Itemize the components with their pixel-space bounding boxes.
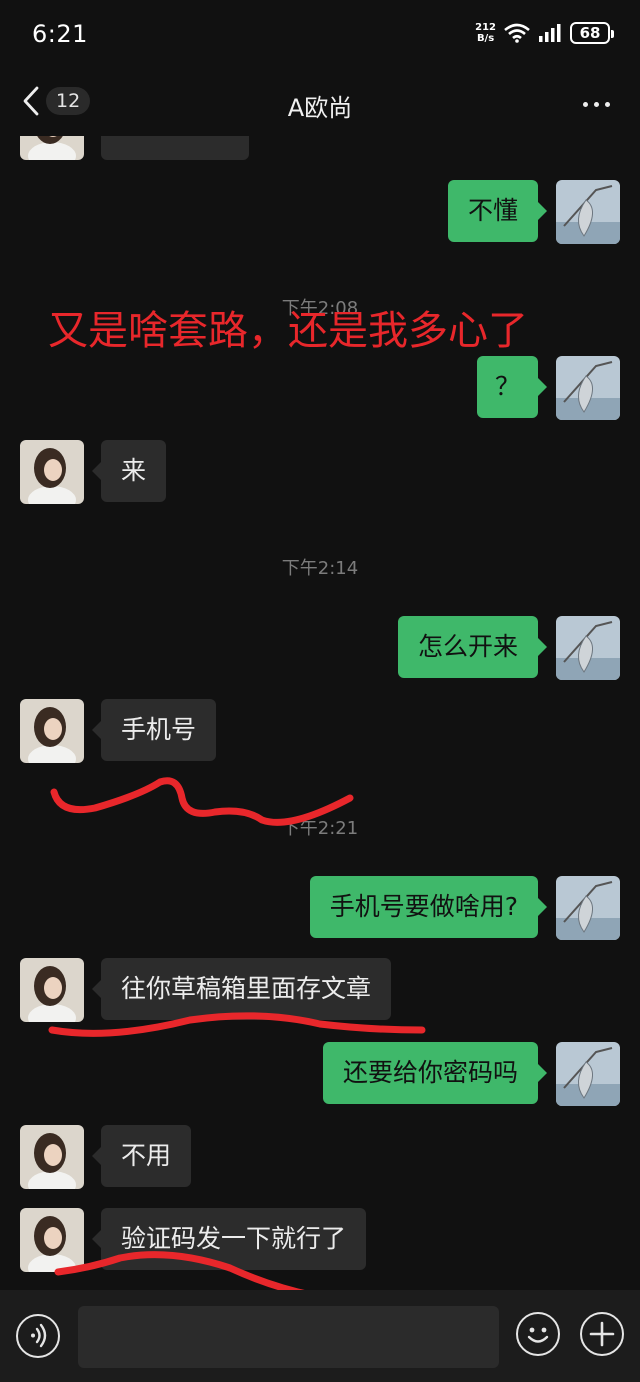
- message-bubble-self[interactable]: 还要给你密码吗: [322, 1042, 548, 1104]
- message-bubble-self[interactable]: ？: [476, 356, 548, 418]
- message-bubble-other[interactable]: 验证码发一下就行了: [91, 1208, 367, 1270]
- network-speed-value: 212: [475, 22, 496, 33]
- voice-icon[interactable]: [16, 1314, 60, 1358]
- message-bubble-self[interactable]: 不懂: [447, 180, 548, 242]
- my-avatar[interactable]: [556, 180, 620, 244]
- contact-avatar[interactable]: [20, 1208, 84, 1272]
- message-bubble-partial[interactable]: [101, 136, 249, 160]
- chat-title: A欧尚: [287, 94, 353, 122]
- my-avatar[interactable]: [556, 876, 620, 940]
- status-indicators: 212 B/s 68: [475, 22, 614, 44]
- message-bubble-self[interactable]: 怎么开来: [397, 616, 548, 678]
- battery-icon: 68: [570, 22, 614, 44]
- annotation-text: 又是啥套路，还是我多心了: [48, 308, 528, 354]
- contact-avatar[interactable]: [20, 958, 84, 1022]
- message-bubble-other[interactable]: 往你草稿箱里面存文章: [91, 958, 392, 1020]
- message-bubble-other[interactable]: 来: [91, 440, 167, 502]
- network-speed-unit: B/s: [476, 33, 495, 44]
- message-timestamp: 下午2:14: [281, 558, 359, 579]
- plus-icon[interactable]: [580, 1312, 624, 1356]
- status-time: 6:21: [32, 20, 88, 48]
- message-bubble-self[interactable]: 手机号要做啥用?: [309, 876, 548, 938]
- contact-avatar[interactable]: [20, 699, 84, 763]
- contact-avatar[interactable]: [20, 1125, 84, 1189]
- message-input[interactable]: [78, 1306, 499, 1368]
- contact-avatar[interactable]: [20, 440, 84, 504]
- wifi-icon: [504, 23, 530, 43]
- contact-avatar[interactable]: [20, 136, 84, 160]
- signal-icon: [539, 24, 561, 42]
- network-speed: 212 B/s: [475, 22, 496, 44]
- my-avatar[interactable]: [556, 356, 620, 420]
- status-bar: 6:21 212 B/s 68: [0, 0, 640, 72]
- message-bubble-other[interactable]: 手机号: [91, 699, 217, 761]
- message-timestamp: 下午2:21: [281, 818, 359, 839]
- input-bar: [0, 1290, 640, 1382]
- my-avatar[interactable]: [556, 616, 620, 680]
- message-bubble-other[interactable]: 不用: [91, 1125, 192, 1187]
- more-icon[interactable]: [583, 102, 610, 107]
- my-avatar[interactable]: [556, 1042, 620, 1106]
- emoji-icon[interactable]: [516, 1312, 560, 1356]
- chat-header: 12 A欧尚: [0, 72, 640, 136]
